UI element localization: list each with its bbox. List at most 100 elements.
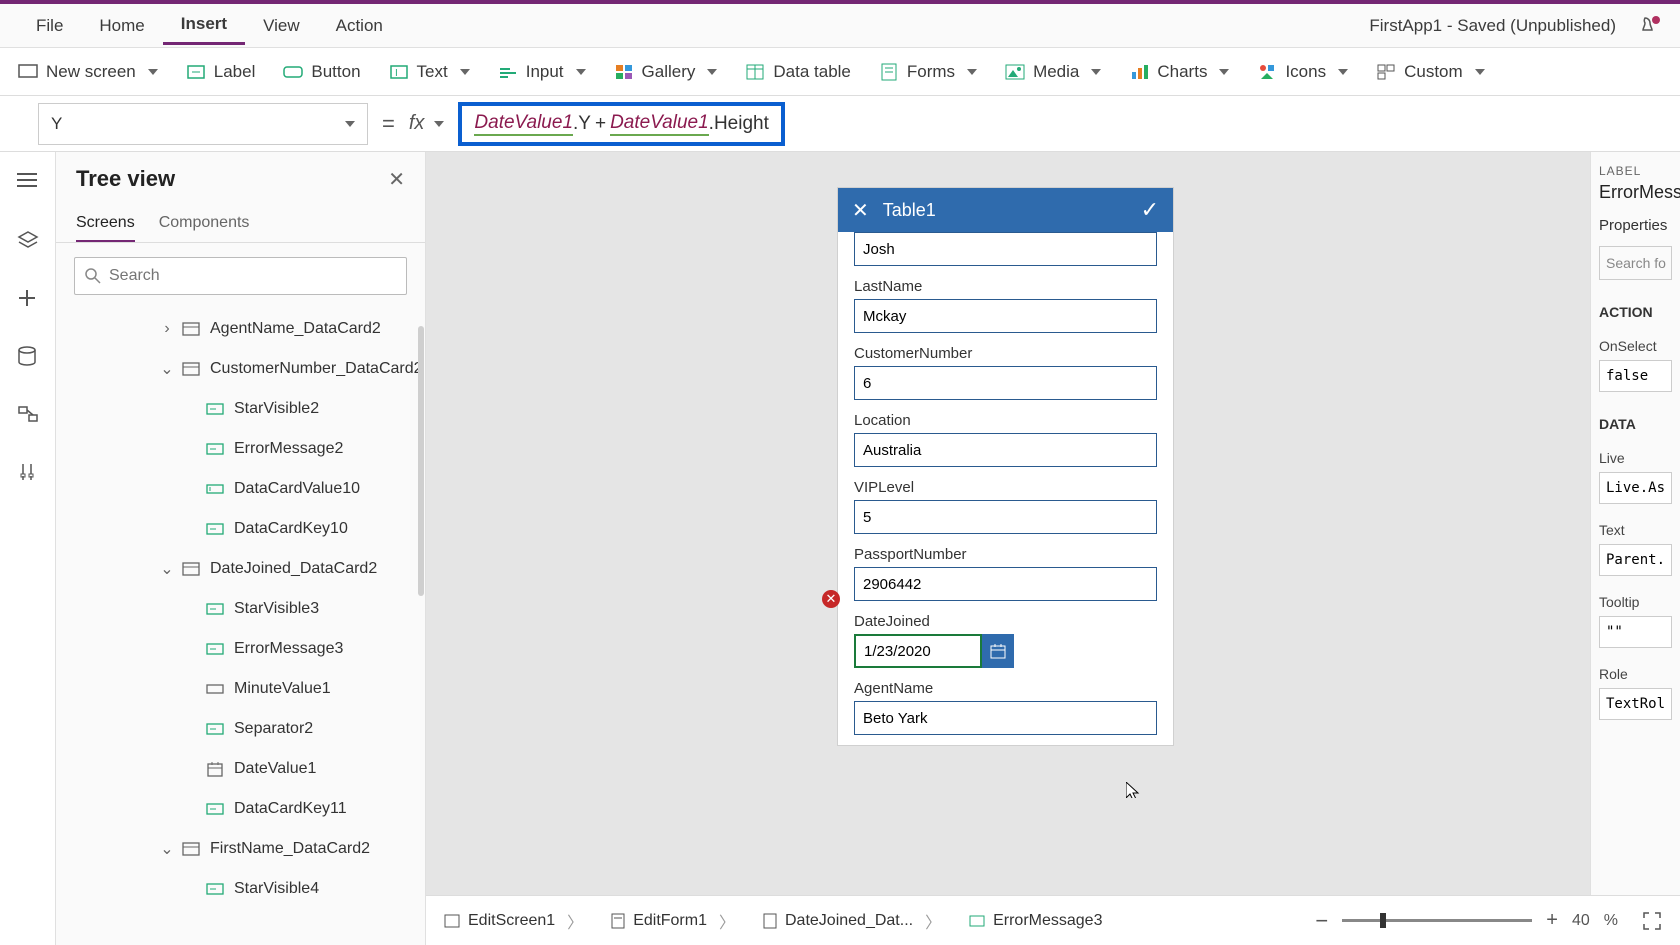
vip-label: VIPLevel (854, 479, 1157, 496)
forms-icon (879, 62, 899, 82)
tab-screens[interactable]: Screens (76, 206, 135, 242)
check-icon[interactable]: ✓ (1141, 197, 1159, 223)
label-button[interactable]: Label (186, 62, 256, 82)
formula-input[interactable]: DateValue1.Y + DateValue1.Height (458, 102, 784, 146)
expand-icon[interactable]: › (158, 320, 176, 338)
role-value[interactable]: TextRol (1599, 688, 1672, 720)
charts-button[interactable]: Charts (1129, 62, 1229, 82)
table-icon (745, 62, 765, 82)
left-rail (0, 152, 56, 945)
tree-node[interactable]: StarVisible4 (56, 869, 425, 909)
datejoined-input[interactable] (854, 634, 982, 668)
tree-scrollbar[interactable] (418, 326, 424, 596)
button-button[interactable]: Button (283, 62, 360, 82)
feature-icon[interactable] (1638, 14, 1662, 38)
rect-icon (206, 680, 224, 698)
tree-node[interactable]: ErrorMessage3 (56, 629, 425, 669)
tree-node[interactable]: MinuteValue1 (56, 669, 425, 709)
hamburger-icon[interactable] (17, 172, 39, 194)
location-label: Location (854, 412, 1157, 429)
tree-node[interactable]: DataCardKey10 (56, 509, 425, 549)
tree-node[interactable]: DateValue1 (56, 749, 425, 789)
error-icon[interactable]: ✕ (822, 590, 840, 608)
breadcrumb-a[interactable]: EditScreen1〉 (444, 909, 587, 933)
breadcrumb-bar: EditScreen1〉 EditForm1〉 DateJoined_Dat..… (426, 895, 1680, 945)
tooltip-value[interactable]: "" (1599, 616, 1672, 648)
tab-file[interactable]: File (18, 8, 81, 44)
live-value[interactable]: Live.As (1599, 472, 1672, 504)
gallery-button[interactable]: Gallery (614, 62, 718, 82)
close-icon[interactable]: ✕ (388, 167, 405, 192)
tree-node[interactable]: DataCardValue10 (56, 469, 425, 509)
tree-search[interactable] (74, 257, 407, 295)
text-value[interactable]: Parent. (1599, 544, 1672, 576)
onselect-value[interactable]: false (1599, 360, 1672, 392)
form-title: Table1 (883, 200, 936, 221)
forms-button[interactable]: Forms (879, 62, 977, 82)
tree-node[interactable]: ErrorMessage2 (56, 429, 425, 469)
tree-node[interactable]: DataCardKey11 (56, 789, 425, 829)
zoom-in[interactable]: + (1546, 909, 1558, 932)
tab-components[interactable]: Components (159, 206, 250, 242)
zoom-slider[interactable] (1342, 919, 1532, 922)
tab-insert[interactable]: Insert (163, 6, 245, 45)
tab-properties[interactable]: Properties (1599, 217, 1672, 234)
plus-icon[interactable] (17, 288, 39, 310)
breadcrumb-c[interactable]: DateJoined_Dat...〉 (763, 909, 945, 933)
zoom-pct: % (1604, 912, 1618, 930)
property-selector[interactable]: Y (38, 103, 368, 145)
tree-node[interactable]: ⌄FirstName_DataCard2 (56, 829, 425, 869)
tree-node-label: DataCardValue10 (234, 480, 360, 498)
canvas[interactable]: ✕ Table1 ✓ LastName CustomerNumber Locat… (426, 152, 1590, 945)
passport-input[interactable] (854, 567, 1157, 601)
firstname-input[interactable] (854, 232, 1157, 266)
vip-input[interactable] (854, 500, 1157, 534)
tooltip-label: Tooltip (1599, 594, 1672, 610)
label-icon (206, 440, 224, 458)
form-card: ✕ Table1 ✓ LastName CustomerNumber Locat… (838, 188, 1173, 745)
tab-home[interactable]: Home (81, 8, 162, 44)
button-icon (283, 62, 303, 82)
fx-button[interactable]: fx (409, 112, 445, 135)
database-icon[interactable] (17, 346, 39, 368)
zoom-value: 40 (1572, 912, 1590, 930)
search-input[interactable] (109, 267, 396, 285)
tab-view[interactable]: View (245, 8, 318, 44)
custom-button[interactable]: Custom (1376, 62, 1485, 82)
tree-title: Tree view (76, 166, 175, 192)
tree-node[interactable]: ⌄CustomerNumber_DataCard2 (56, 349, 425, 389)
expand-icon[interactable]: ⌄ (158, 559, 176, 579)
zoom-controls: − + 40 % (1315, 908, 1662, 934)
breadcrumb-b[interactable]: EditForm1〉 (611, 909, 739, 933)
tree-node[interactable]: ⌄DateJoined_DataCard2 (56, 549, 425, 589)
tree-node[interactable]: StarVisible3 (56, 589, 425, 629)
agent-input[interactable] (854, 701, 1157, 735)
live-label: Live (1599, 450, 1672, 466)
input-button[interactable]: Input (498, 62, 586, 82)
layers-icon[interactable] (17, 230, 39, 252)
tree-node[interactable]: Separator2 (56, 709, 425, 749)
text-button[interactable]: I Text (389, 62, 470, 82)
expand-icon[interactable]: ⌄ (158, 839, 176, 859)
breadcrumb-d[interactable]: ErrorMessage3 (969, 912, 1102, 930)
lastname-label: LastName (854, 278, 1157, 295)
media-button[interactable]: Media (1005, 62, 1101, 82)
tab-action[interactable]: Action (318, 8, 401, 44)
calendar-icon[interactable] (982, 634, 1014, 668)
search-icon (85, 268, 101, 284)
properties-search[interactable]: Search fo (1599, 246, 1672, 280)
location-input[interactable] (854, 433, 1157, 467)
tree-node[interactable]: ›AgentName_DataCard2 (56, 309, 425, 349)
connectors-icon[interactable] (17, 404, 39, 426)
tree-node[interactable]: StarVisible2 (56, 389, 425, 429)
fit-icon[interactable] (1642, 911, 1662, 931)
icons-button[interactable]: Icons (1257, 62, 1348, 82)
custno-input[interactable] (854, 366, 1157, 400)
new-screen-button[interactable]: New screen (18, 62, 158, 82)
expand-icon[interactable]: ⌄ (158, 359, 176, 379)
lastname-input[interactable] (854, 299, 1157, 333)
zoom-out[interactable]: − (1315, 908, 1328, 934)
data-table-button[interactable]: Data table (745, 62, 851, 82)
tools-icon[interactable] (17, 462, 39, 484)
close-icon[interactable]: ✕ (852, 198, 869, 223)
